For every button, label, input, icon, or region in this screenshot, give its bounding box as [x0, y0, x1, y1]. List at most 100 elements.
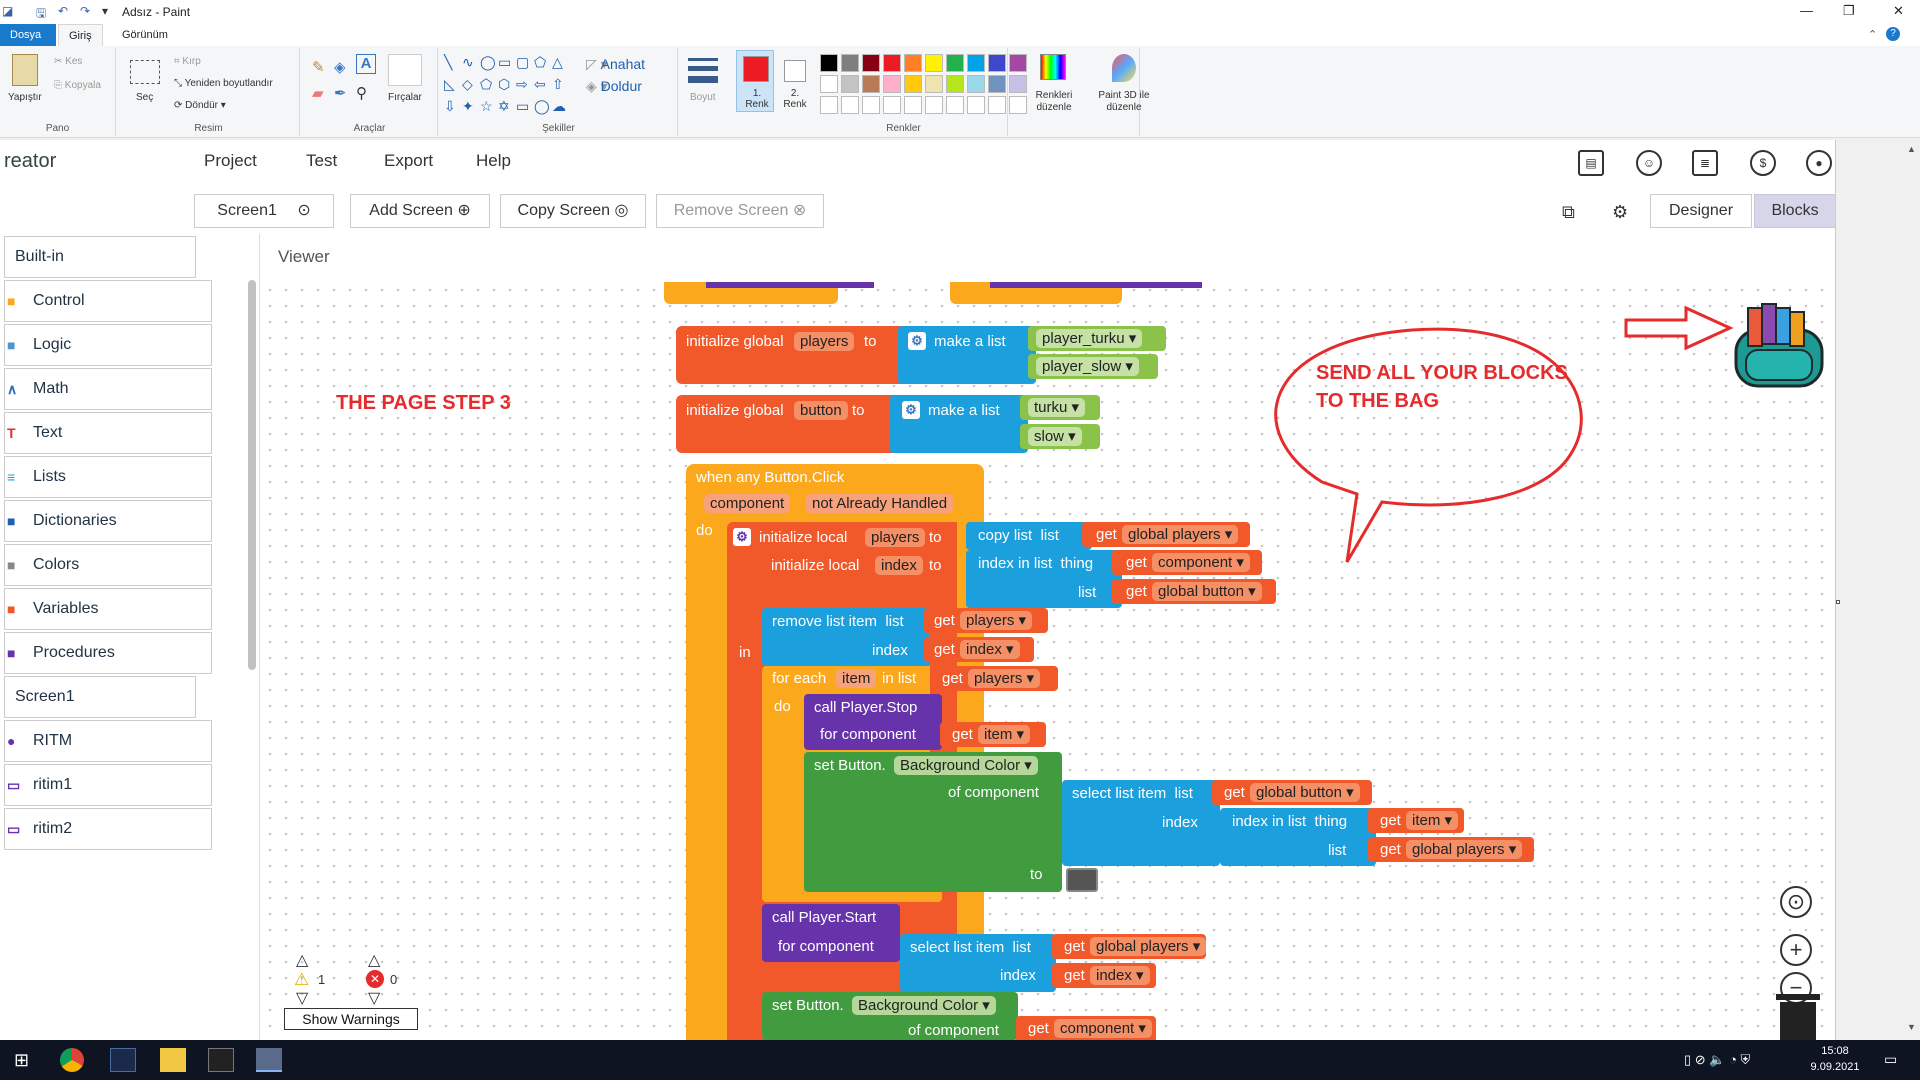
blocks-workspace[interactable]: initialize global players to ⚙ make a li… [262, 282, 1835, 1040]
custom-color-slot[interactable] [841, 96, 859, 114]
text-block-turku[interactable]: turku ▾ [1020, 395, 1100, 420]
text-value[interactable]: turku ▾ [1028, 398, 1086, 417]
warning-prev-icon[interactable]: △ [296, 950, 308, 970]
five-point-star-shape-icon[interactable]: ☆ [480, 98, 493, 115]
chrome-icon[interactable] [60, 1048, 84, 1072]
paint3d-button[interactable]: Paint 3D ile düzenle [1092, 90, 1156, 114]
select-button[interactable]: Seç [136, 92, 153, 103]
get-dropdown[interactable]: index ▾ [1090, 966, 1150, 985]
menu-help[interactable]: Help [476, 151, 511, 171]
palette-swatch[interactable] [946, 75, 964, 93]
sidebar-item-7[interactable]: ■ Colors [4, 544, 212, 586]
tray-icons[interactable]: ▯ ⊘ 🔈 ◔ ⛨ [1684, 1052, 1750, 1068]
text-block-player-slow[interactable]: player_slow ▾ [1028, 354, 1158, 379]
local-var-players[interactable]: players [865, 528, 926, 547]
local-var-index[interactable]: index [875, 556, 923, 575]
sidebar-item-8[interactable]: ■ Variables [4, 588, 212, 630]
sidebar-item-0[interactable]: Built-in [4, 236, 196, 278]
gallery-icon[interactable]: ☺ [1636, 150, 1662, 176]
palette-swatch[interactable] [904, 54, 922, 72]
get-dropdown[interactable]: item ▾ [1406, 811, 1459, 830]
customize-quick-access-icon[interactable]: ▾ [102, 4, 108, 18]
restore-icon[interactable]: ❐ [1843, 3, 1855, 19]
mutator-gear-icon[interactable]: ⚙ [908, 332, 926, 350]
select-list-item-block-2[interactable]: select list item list index [900, 934, 1056, 992]
sidebar-item-5[interactable]: ≡ Lists [4, 456, 212, 498]
six-point-star-shape-icon[interactable]: ✡ [498, 98, 510, 115]
show-warnings-button[interactable]: Show Warnings [284, 1008, 418, 1030]
palette-swatch[interactable] [883, 54, 901, 72]
right-triangle-shape-icon[interactable]: ◺ [444, 76, 455, 93]
down-arrow-shape-icon[interactable]: ⇩ [444, 98, 456, 115]
sidebar-item-6[interactable]: ■ Dictionaries [4, 500, 212, 542]
palette-swatch[interactable] [967, 75, 985, 93]
get-dropdown[interactable]: global players ▾ [1122, 525, 1239, 544]
size-button[interactable]: Boyut [690, 92, 716, 103]
cut-button[interactable]: ✂ Kes [54, 56, 82, 67]
help-icon[interactable]: ? [1886, 27, 1900, 41]
blocks-button[interactable]: Blocks [1754, 194, 1835, 228]
text-value[interactable]: slow ▾ [1028, 427, 1082, 446]
sidebar-item-9[interactable]: ■ Procedures [4, 632, 212, 674]
scroll-up-icon[interactable]: ▲ [1907, 144, 1916, 154]
file-explorer-icon[interactable] [160, 1048, 186, 1072]
sidebar-item-1[interactable]: ■ Control [4, 280, 212, 322]
color-gray-block[interactable] [1066, 868, 1098, 892]
polygon-shape-icon[interactable]: ⬠ [534, 54, 546, 71]
line-shape-icon[interactable]: ╲ [444, 54, 452, 71]
make-a-list-block[interactable]: ⚙ make a list [898, 326, 1036, 384]
get-item-block[interactable]: get item ▾ [940, 722, 1046, 747]
trash-can-icon[interactable] [1774, 992, 1822, 1040]
copy-button[interactable]: ⎘ Kopyala [54, 80, 101, 91]
get-dropdown[interactable]: players ▾ [960, 611, 1033, 630]
get-dropdown[interactable]: global button ▾ [1250, 783, 1360, 802]
get-component-block-2[interactable]: get component ▾ [1016, 1016, 1156, 1040]
palette-swatch[interactable] [988, 75, 1006, 93]
get-global-players-block[interactable]: get global players ▾ [1082, 522, 1250, 547]
error-prev-icon[interactable]: △ [368, 950, 380, 970]
menu-project[interactable]: Project [204, 151, 257, 171]
set-button-background-color-block[interactable]: set Button. Background Color ▾ of compon… [804, 752, 1062, 892]
palette-swatch[interactable] [883, 75, 901, 93]
pentagon-shape-icon[interactable]: ⬠ [480, 76, 492, 93]
get-item-block-2[interactable]: get item ▾ [1368, 808, 1464, 833]
menu-export[interactable]: Export [384, 151, 433, 171]
get-dropdown[interactable]: component ▾ [1054, 1019, 1152, 1038]
color2-swatch[interactable] [784, 60, 806, 82]
curve-shape-icon[interactable]: ∿ [462, 54, 474, 71]
custom-color-slot[interactable] [883, 96, 901, 114]
color-picker-icon[interactable]: ✒ [334, 84, 347, 102]
warning-next-icon[interactable]: ▽ [296, 988, 308, 1008]
remove-list-item-block[interactable]: remove list item list index [762, 608, 930, 666]
palette-swatch[interactable] [841, 75, 859, 93]
call-player-start-block[interactable]: call Player.Start for component [762, 904, 900, 962]
menu-test[interactable]: Test [306, 151, 337, 171]
settings-gear-icon[interactable]: ⚙ [1612, 202, 1628, 223]
palette-swatch[interactable] [862, 54, 880, 72]
canvas-resize-handle[interactable] [1836, 600, 1840, 604]
select-icon[interactable] [130, 60, 160, 84]
custom-color-slot[interactable] [904, 96, 922, 114]
palette-swatch[interactable] [862, 75, 880, 93]
custom-color-slot[interactable] [862, 96, 880, 114]
tab-giris[interactable]: Giriş [58, 24, 103, 46]
eraser-icon[interactable]: ▰ [312, 84, 324, 102]
fill-bucket-icon[interactable]: ◈ [334, 58, 346, 76]
sidebar-item-3[interactable]: ∧ Math [4, 368, 212, 410]
text-block-slow[interactable]: slow ▾ [1020, 424, 1100, 449]
sidebar-item-10[interactable]: Screen1 [4, 676, 196, 718]
palette-swatch[interactable] [904, 75, 922, 93]
custom-color-slot[interactable] [820, 96, 838, 114]
custom-color-slot[interactable] [988, 96, 1006, 114]
text-block-player-turku[interactable]: player_turku ▾ [1028, 326, 1166, 351]
my-projects-icon[interactable]: ▤ [1578, 150, 1604, 176]
get-global-button-block[interactable]: get global button ▾ [1112, 579, 1276, 604]
hexagon-shape-icon[interactable]: ⬡ [498, 76, 510, 93]
palette-swatch[interactable] [967, 54, 985, 72]
up-arrow-shape-icon[interactable]: ⇧ [552, 76, 564, 93]
palette-swatch[interactable] [946, 54, 964, 72]
paste-icon[interactable] [12, 54, 38, 86]
property-dropdown[interactable]: Background Color ▾ [852, 996, 996, 1015]
set-button-background-color-block-2[interactable]: set Button. Background Color ▾ of compon… [762, 992, 1018, 1040]
four-point-star-shape-icon[interactable]: ✦ [462, 98, 474, 115]
